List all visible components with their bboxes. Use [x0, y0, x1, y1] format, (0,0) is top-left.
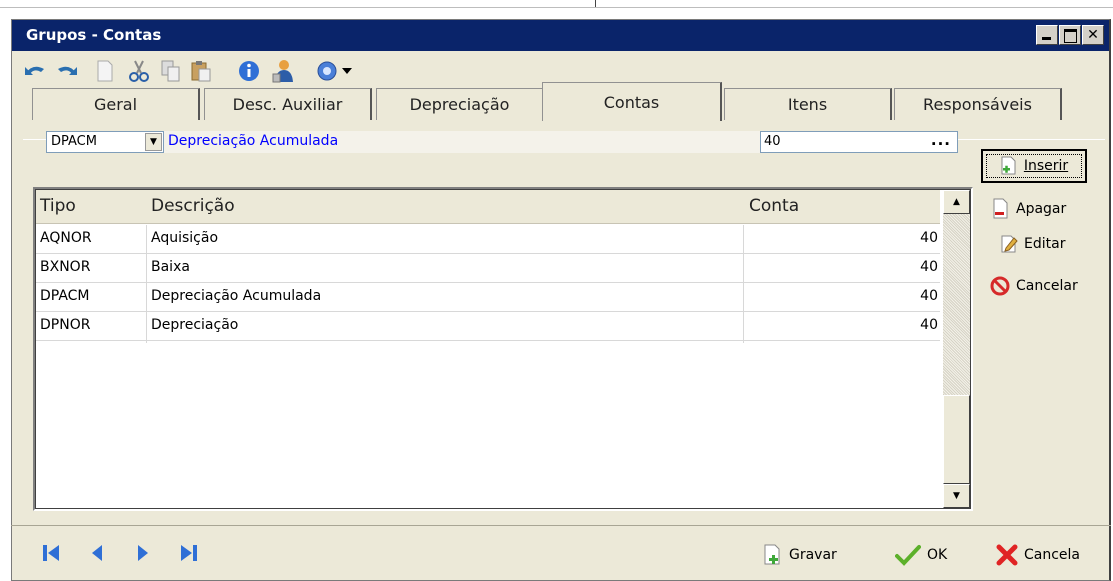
header-descricao[interactable]: Descrição — [151, 196, 235, 216]
table-row[interactable]: AQNOR Aquisição 40 — [36, 225, 940, 254]
tab-strip: Geral Desc. Auxiliar Depreciação Contas … — [16, 82, 1076, 121]
inserir-button[interactable]: Inserir — [981, 149, 1087, 183]
previous-record-button[interactable] — [89, 543, 105, 563]
last-record-icon — [181, 545, 197, 561]
cancel-icon — [990, 276, 1010, 296]
save-doc-icon — [764, 544, 780, 565]
editar-button[interactable]: Editar — [1000, 231, 1065, 257]
cancelar-button[interactable]: Cancelar — [990, 273, 1078, 299]
ok-button[interactable]: OK — [895, 540, 947, 570]
last-record-button[interactable] — [179, 543, 199, 563]
ok-label: OK — [927, 547, 948, 563]
cancela-button[interactable]: Cancela — [996, 540, 1080, 570]
gravar-button[interactable]: Gravar — [763, 540, 837, 570]
lookup-button[interactable]: ... — [931, 131, 951, 149]
maximize-button[interactable] — [1059, 25, 1081, 45]
cancela-label: Cancela — [1024, 547, 1081, 563]
tab-desc-auxiliar[interactable]: Desc. Auxiliar — [204, 88, 372, 120]
tab-responsaveis[interactable]: Responsáveis — [894, 88, 1062, 120]
contas-grid: Tipo Descrição Conta AQNOR Aquisição 40 … — [33, 187, 973, 511]
title-bar[interactable]: Grupos - Contas ✕ — [12, 20, 1109, 51]
bottom-bar: Gravar OK Cancela — [11, 525, 1111, 581]
header-tipo[interactable]: Tipo — [40, 196, 76, 216]
description-link[interactable]: Depreciação Acumulada — [168, 133, 768, 155]
scroll-thumb[interactable] — [943, 395, 970, 484]
previous-record-icon — [92, 545, 102, 561]
tab-depreciacao[interactable]: Depreciação — [376, 88, 544, 120]
next-record-button[interactable] — [135, 543, 151, 563]
close-button[interactable]: ✕ — [1082, 25, 1104, 45]
scroll-down-button[interactable]: ▼ — [943, 484, 970, 508]
apagar-button[interactable]: Apagar — [992, 196, 1066, 222]
x-icon — [996, 544, 1018, 566]
tab-geral[interactable]: Geral — [32, 88, 200, 120]
top-edge — [0, 0, 1113, 8]
table-row[interactable]: BXNOR Baixa 40 — [36, 254, 940, 283]
tipo-combo[interactable]: DPACM ▼ — [46, 131, 164, 153]
tab-itens[interactable]: Itens — [724, 88, 892, 120]
table-row[interactable]: DPNOR Depreciação 40 — [36, 312, 940, 341]
tab-contas[interactable]: Contas — [542, 82, 722, 121]
editar-label: Editar — [1024, 236, 1066, 252]
header-conta[interactable]: Conta — [749, 196, 799, 216]
vertical-scrollbar[interactable]: ▲ ▼ — [943, 190, 970, 508]
conta-field[interactable]: 40 ... — [760, 131, 958, 153]
next-record-icon — [138, 545, 148, 561]
chevron-down-icon[interactable]: ▼ — [145, 133, 162, 151]
apagar-label: Apagar — [1016, 201, 1067, 217]
tipo-combo-value: DPACM — [51, 134, 97, 149]
grid-header: Tipo Descrição Conta — [36, 190, 940, 224]
cancelar-label: Cancelar — [1016, 278, 1078, 294]
minimize-button[interactable] — [1036, 25, 1058, 45]
gravar-label: Gravar — [789, 547, 837, 563]
conta-field-value: 40 — [764, 134, 781, 149]
table-row[interactable]: DPACM Depreciação Acumulada 40 — [36, 283, 940, 312]
window-controls: ✕ — [1036, 25, 1104, 45]
delete-doc-icon — [993, 198, 1008, 219]
first-record-icon — [43, 545, 59, 561]
first-record-button[interactable] — [41, 543, 61, 563]
window-title: Grupos - Contas — [26, 26, 162, 44]
scroll-up-button[interactable]: ▲ — [943, 190, 970, 214]
checkmark-icon — [895, 545, 921, 566]
edit-icon — [1001, 235, 1018, 253]
